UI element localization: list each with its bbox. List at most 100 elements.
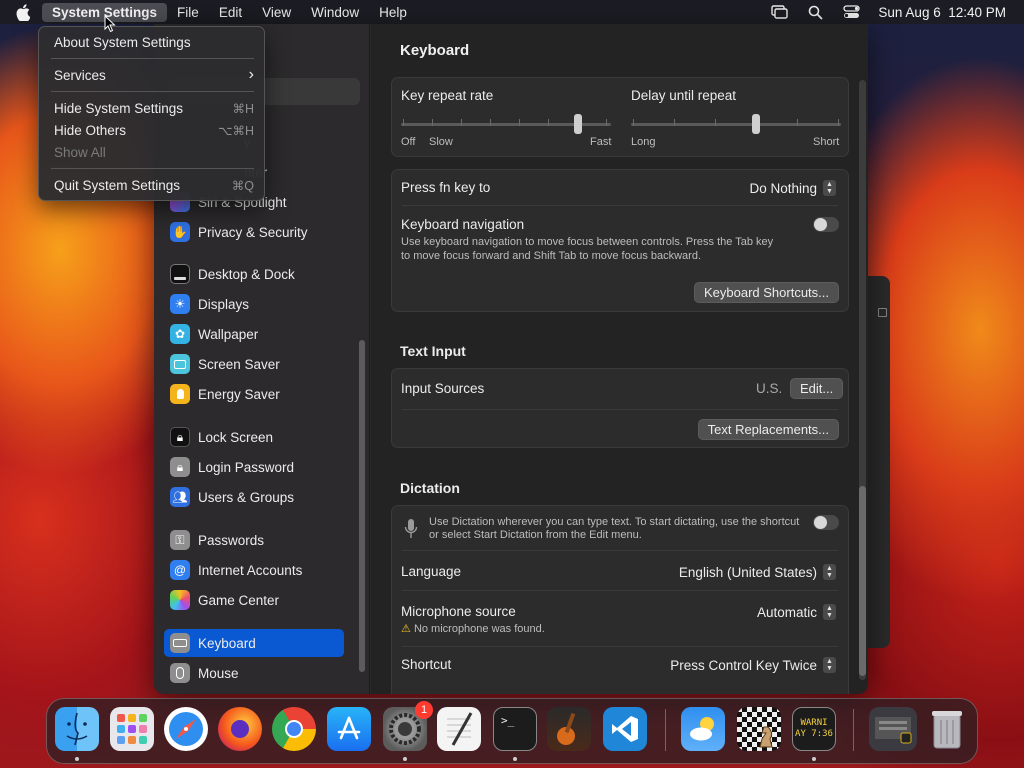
sidebar-item-displays[interactable]: ☀ Displays <box>164 290 344 318</box>
delay-repeat-slider-knob[interactable] <box>752 114 760 134</box>
keyboard-navigation-toggle[interactable] <box>813 217 839 232</box>
sidebar-item-login-password[interactable]: 🔒︎ Login Password <box>164 453 344 481</box>
sidebar-item-game-center[interactable]: Game Center <box>164 586 344 614</box>
microphone-source-popup[interactable]: Automatic ▲ ▼ <box>757 604 836 620</box>
chess-icon[interactable] <box>737 707 781 751</box>
input-sources-edit-button[interactable]: Edit... <box>790 378 844 399</box>
text-replacements-button[interactable]: Text Replacements... <box>697 419 839 440</box>
key-repeat-group: Key repeat rate Off Slow Fast Delay unti… <box>391 77 849 157</box>
console-icon[interactable]: WARNI AY 7:36 <box>792 707 836 751</box>
page-title: Keyboard <box>400 42 470 59</box>
microphone-source-value: Automatic <box>756 604 817 620</box>
content-scrollbar[interactable] <box>859 80 866 680</box>
menu-item-about[interactable]: About System Settings <box>54 32 254 52</box>
dictation-language-popup[interactable]: English (United States) ▲ ▼ <box>679 564 836 580</box>
flower-icon: ✿ <box>170 324 190 344</box>
menu-item-shortcut: ⌥⌘H <box>218 123 254 138</box>
app-store-icon[interactable] <box>327 707 371 751</box>
launchpad-icon[interactable] <box>110 707 154 751</box>
sun-icon: ☀ <box>170 294 190 314</box>
key-repeat-slow-label: Slow <box>429 136 453 148</box>
weather-icon[interactable] <box>681 707 725 751</box>
menu-edit[interactable]: Edit <box>209 3 252 22</box>
key-repeat-max-label: Fast <box>590 136 612 148</box>
sidebar-item-label: Users & Groups <box>198 489 295 505</box>
key-repeat-slider-knob[interactable] <box>574 114 582 134</box>
sidebar-item-label: Game Center <box>198 592 280 608</box>
list-icon <box>878 308 887 317</box>
sidebar-scrollbar[interactable] <box>359 340 365 672</box>
text-input-group: Input Sources U.S. Edit... Text Replacem… <box>391 368 849 448</box>
sidebar-item-keyboard[interactable]: Keyboard <box>164 629 344 657</box>
sidebar-item-privacy-security[interactable]: ✋ Privacy & Security <box>164 218 344 246</box>
vscode-icon[interactable] <box>603 707 647 751</box>
sidebar-item-mouse[interactable]: Mouse <box>164 659 344 687</box>
menu-view[interactable]: View <box>252 3 301 22</box>
input-sources-label: Input Sources <box>401 381 485 396</box>
menu-item-shortcut: ⌘H <box>232 101 254 116</box>
screen-mirroring-icon[interactable] <box>770 4 788 20</box>
menu-window[interactable]: Window <box>301 3 369 22</box>
menu-item-label: About System Settings <box>54 34 191 50</box>
microphone-source-label: Microphone source <box>401 604 516 619</box>
background-window <box>866 276 890 648</box>
menu-item-label: Services <box>54 67 106 83</box>
menu-item-shortcut: ⌘Q <box>231 178 254 193</box>
menu-help[interactable]: Help <box>369 3 417 22</box>
downloads-stack-icon[interactable] <box>869 707 917 751</box>
keyboard-navigation-description-2: to move focus forward and Shift Tab to m… <box>401 250 702 262</box>
menu-item-label: Show All <box>54 144 106 160</box>
sidebar-item-users-groups[interactable]: 👥︎ Users & Groups <box>164 483 344 511</box>
sidebar-item-passwords[interactable]: ⚿ Passwords <box>164 526 344 554</box>
dictation-toggle[interactable] <box>813 515 839 530</box>
sidebar-item-internet-accounts[interactable]: @ Internet Accounts <box>164 556 344 584</box>
sidebar-item-lock-screen[interactable]: 🔒︎ Lock Screen <box>164 423 344 451</box>
control-center-icon[interactable] <box>842 4 860 20</box>
dictation-shortcut-popup[interactable]: Press Control Key Twice ▲ ▼ <box>670 657 836 673</box>
gamecenter-icon <box>170 590 190 610</box>
menu-item-quit[interactable]: Quit System Settings ⌘Q <box>54 175 254 195</box>
chrome-icon[interactable] <box>272 707 316 751</box>
dictation-description-2: or select Start Dictation from the Edit … <box>429 529 642 541</box>
content-scrollbar-thumb[interactable] <box>859 486 866 676</box>
delay-repeat-slider[interactable] <box>631 123 841 126</box>
notification-badge: 1 <box>415 701 433 719</box>
fn-key-popup[interactable]: Do Nothing ▲ ▼ <box>749 180 836 196</box>
chevron-right-icon: › <box>248 66 254 83</box>
delay-repeat-min-label: Long <box>631 136 656 148</box>
menu-file[interactable]: File <box>167 3 209 22</box>
users-icon: 👥︎ <box>170 487 190 507</box>
lock-icon: 🔒︎ <box>170 457 190 477</box>
apple-menu-icon[interactable] <box>14 2 32 22</box>
sidebar-item-desktop-dock[interactable]: Desktop & Dock <box>164 260 344 288</box>
sidebar-item-screen-saver[interactable]: Screen Saver <box>164 350 344 378</box>
dictation-shortcut-value: Press Control Key Twice <box>670 657 817 673</box>
firefox-icon[interactable] <box>218 707 262 751</box>
sidebar-item-label: Displays <box>198 296 250 312</box>
menu-item-label: Hide Others <box>54 122 127 138</box>
sidebar-item-energy-saver[interactable]: Energy Saver <box>164 380 344 408</box>
key-repeat-min-label: Off <box>401 136 416 148</box>
fn-key-label: Press fn key to <box>401 180 491 195</box>
sidebar-item-label: Passwords <box>198 532 265 548</box>
chevron-up-down-icon: ▲ ▼ <box>823 180 836 196</box>
mouse-icon <box>170 663 190 683</box>
at-icon: @ <box>170 560 190 580</box>
dictation-description-1: Use Dictation wherever you can type text… <box>429 516 800 528</box>
safari-icon[interactable] <box>164 707 208 751</box>
key-repeat-label: Key repeat rate <box>401 88 494 103</box>
menu-item-hide[interactable]: Hide System Settings ⌘H <box>54 98 254 118</box>
dock: 1 >_ WARNI AY 7:36 <box>46 698 978 764</box>
menu-item-services[interactable]: Services › <box>54 65 254 85</box>
keyboard-shortcuts-button[interactable]: Keyboard Shortcuts... <box>693 282 839 303</box>
finder-icon[interactable] <box>55 707 99 751</box>
textedit-icon[interactable] <box>437 707 481 751</box>
dictation-language-value: English (United States) <box>678 564 817 580</box>
spotlight-search-icon[interactable] <box>806 4 824 20</box>
trash-icon[interactable] <box>925 707 969 751</box>
terminal-icon[interactable]: >_ <box>493 707 537 751</box>
garageband-icon[interactable] <box>547 707 591 751</box>
sidebar-item-wallpaper[interactable]: ✿ Wallpaper <box>164 320 344 348</box>
menu-item-hide-others[interactable]: Hide Others ⌥⌘H <box>54 120 254 140</box>
menu-bar-clock[interactable]: Sun Aug 6 12:40 PM <box>878 5 1006 20</box>
